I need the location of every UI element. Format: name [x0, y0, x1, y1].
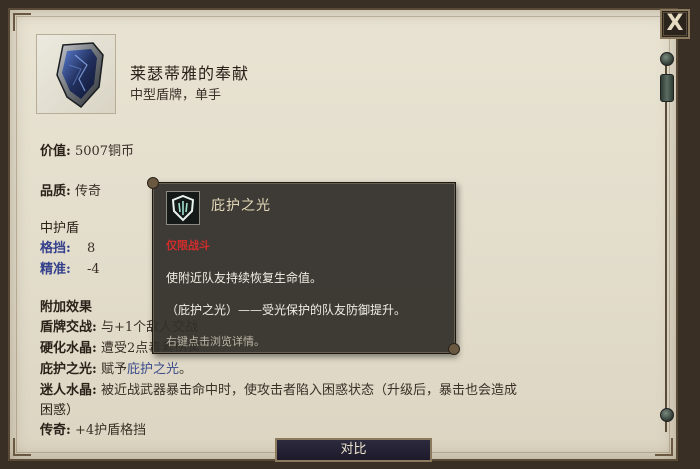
- tooltip-corner: [448, 343, 460, 355]
- effect-text-continued: 困惑）: [40, 403, 80, 418]
- tooltip-tag: 仅限战斗: [166, 239, 210, 252]
- scroll-up-orb[interactable]: [660, 52, 674, 66]
- item-name: 莱瑟蒂雅的奉献: [130, 64, 250, 83]
- effect-text: 赋予: [100, 362, 127, 377]
- effect-row: 传奇: +4护盾格挡: [40, 419, 146, 438]
- quality-value: 传奇: [74, 184, 101, 199]
- item-icon-frame: [36, 34, 116, 114]
- effect-label: 迷人水晶:: [40, 383, 97, 398]
- effect-text: 被近战武器暴击命中时，使攻击者陷入困惑状态（升级后，暴击也会造成: [100, 383, 517, 398]
- effect-text: 。: [178, 362, 192, 377]
- value-amount: 5007铜币: [74, 144, 135, 159]
- effect-label: 硬化水晶:: [40, 341, 97, 356]
- tooltip-description: 使附近队友持续恢复生命值。: [166, 271, 323, 285]
- tooltip-corner: [147, 177, 159, 189]
- close-icon: X: [666, 11, 684, 36]
- tooltip-description: （庇护之光）——受光保护的队友防御提升。: [166, 303, 407, 317]
- accuracy-label: 精准:: [40, 262, 71, 277]
- scrollbar[interactable]: [658, 46, 674, 446]
- effect-label: 庇护之光:: [40, 362, 97, 377]
- quality-label: 品质:: [40, 184, 71, 199]
- scroll-track[interactable]: [665, 60, 667, 432]
- shield-light-icon-frame: [166, 191, 200, 225]
- ability-tooltip: 庇护之光 仅限战斗 使附近队友持续恢复生命值。 （庇护之光）——受光保护的队友防…: [147, 177, 460, 355]
- corner-ornament: [13, 438, 31, 456]
- accuracy-row: 精准: -4: [40, 258, 100, 277]
- compare-button[interactable]: 对比: [275, 438, 432, 462]
- accuracy-value: -4: [86, 262, 100, 277]
- effect-row: 迷人水晶: 被近战武器暴击命中时，使攻击者陷入困惑状态（升级后，暴击也会造成: [40, 379, 517, 398]
- item-type: 中型盾牌，单手: [130, 88, 222, 103]
- effect-label: 盾牌交战:: [40, 320, 97, 335]
- effect-text: +4护盾格挡: [74, 423, 147, 438]
- scroll-down-orb[interactable]: [660, 408, 674, 422]
- ability-link[interactable]: 庇护之光: [127, 362, 179, 377]
- corner-ornament: [13, 13, 31, 31]
- tooltip-title: 庇护之光: [211, 198, 271, 214]
- block-value: 8: [86, 241, 96, 256]
- shield-light-icon: [171, 194, 195, 222]
- effects-header: 附加效果: [40, 300, 93, 315]
- blue-shield-icon: [56, 42, 104, 108]
- block-label: 格挡:: [40, 241, 71, 256]
- value-row: 价值: 5007铜币: [40, 140, 134, 159]
- scroll-thumb[interactable]: [660, 74, 674, 102]
- tooltip-hint: 右键点击浏览详情。: [166, 335, 265, 348]
- quality-row: 品质: 传奇: [40, 180, 101, 199]
- item-detail-window: 莱瑟蒂雅的奉献 中型盾牌，单手 价值: 5007铜币 品质: 传奇 中护盾 格挡…: [0, 0, 700, 469]
- value-label: 价值:: [40, 144, 71, 159]
- block-row: 格挡: 8: [40, 237, 95, 256]
- effect-label: 传奇:: [40, 423, 71, 438]
- effect-row: 庇护之光: 赋予庇护之光。: [40, 358, 192, 377]
- close-button[interactable]: X: [660, 9, 690, 39]
- shield-category: 中护盾: [40, 221, 80, 236]
